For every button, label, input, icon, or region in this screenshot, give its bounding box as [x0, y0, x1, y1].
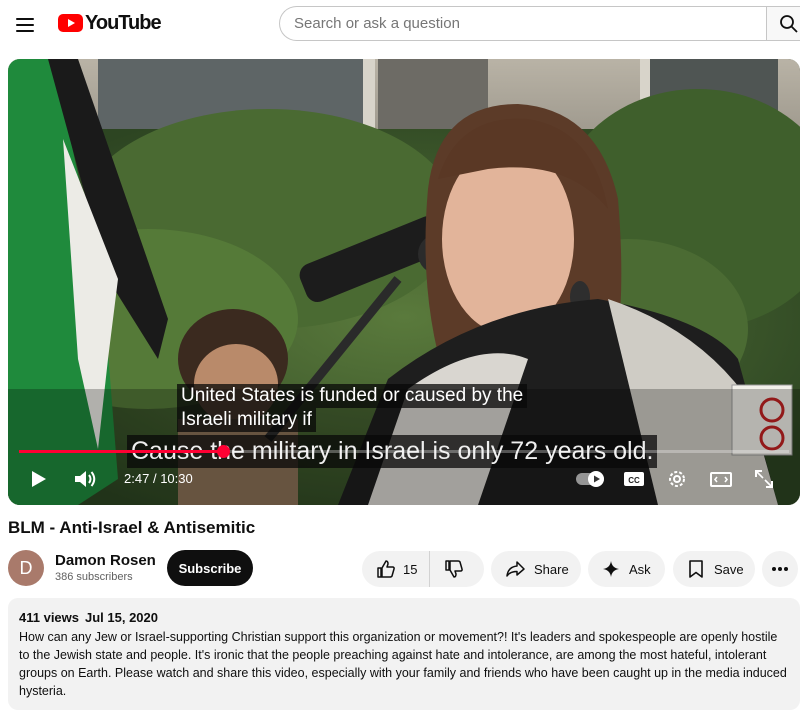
- avatar-initial: D: [19, 557, 33, 578]
- like-count: 15: [403, 561, 418, 577]
- theater-mode-icon: [710, 472, 732, 487]
- more-actions-button[interactable]: [762, 551, 798, 587]
- duration: 10:30: [160, 471, 193, 486]
- top-bar: YouTube: [0, 0, 800, 52]
- youtube-play-logo-icon: [58, 14, 83, 32]
- settings-button[interactable]: [665, 467, 689, 491]
- bookmark-icon: [689, 560, 703, 578]
- like-button[interactable]: 15: [362, 551, 431, 587]
- autoplay-toggle[interactable]: [575, 469, 605, 489]
- search-button[interactable]: [766, 6, 800, 41]
- save-label: Save: [714, 561, 744, 577]
- play-icon: [32, 471, 46, 487]
- progress-scrubber[interactable]: [217, 445, 231, 458]
- dislike-button[interactable]: [430, 551, 464, 587]
- video-meta: 411 views Jul 15, 2020: [19, 610, 790, 626]
- fullscreen-icon: [755, 470, 773, 488]
- logo-text: YouTube: [85, 11, 162, 34]
- svg-text:CC: CC: [628, 476, 640, 485]
- ask-label: Ask: [629, 561, 651, 577]
- subscriber-count: 386 subscribers: [55, 571, 133, 583]
- description-text: How can any Jew or Israel-supporting Chr…: [19, 630, 787, 698]
- search-icon: [780, 15, 798, 33]
- save-button[interactable]: Save: [673, 551, 755, 587]
- like-dislike-group: 15: [362, 551, 484, 587]
- current-time: 2:47: [124, 471, 150, 486]
- search-input[interactable]: [279, 6, 766, 41]
- settings-icon: [669, 471, 685, 487]
- volume-icon: [75, 471, 96, 487]
- caption-line-1: United States is funded or caused by the: [177, 384, 528, 408]
- upload-date: Jul 15, 2020: [85, 610, 158, 625]
- share-icon: [506, 561, 525, 577]
- thumbs-up-icon: [377, 560, 395, 578]
- video-player[interactable]: United States is funded or caused by the…: [8, 59, 800, 505]
- thumbs-down-icon: [445, 560, 464, 578]
- channel-avatar[interactable]: D: [8, 550, 44, 586]
- description-box[interactable]: 411 views Jul 15, 2020 How can any Jew or…: [8, 598, 800, 710]
- ask-button[interactable]: Ask: [588, 551, 665, 587]
- subtitles-button[interactable]: CC: [622, 469, 646, 489]
- sparkle-icon: [603, 561, 619, 577]
- menu-icon[interactable]: [14, 13, 38, 37]
- youtube-logo[interactable]: YouTube: [58, 11, 162, 35]
- video-title: BLM - Anti-Israel & Antisemitic: [8, 518, 256, 537]
- share-label: Share: [534, 561, 569, 577]
- view-count: 411 views: [19, 610, 79, 625]
- play-button[interactable]: [26, 467, 50, 491]
- fullscreen-button[interactable]: [752, 467, 776, 491]
- progress-bar[interactable]: [19, 445, 789, 458]
- more-horizontal-icon: [772, 567, 788, 571]
- volume-button[interactable]: [72, 467, 98, 491]
- theater-mode-button[interactable]: [708, 467, 734, 491]
- caption-line-2: Israeli military if: [177, 408, 316, 432]
- progress-played: [19, 450, 224, 453]
- time-display: 2:47 / 10:30: [124, 471, 193, 486]
- time-separator: /: [152, 471, 157, 486]
- share-button[interactable]: Share: [491, 551, 581, 587]
- autoplay-toggle-icon: [576, 471, 604, 487]
- cc-icon: CC: [624, 472, 644, 486]
- channel-name[interactable]: Damon Rosen: [55, 552, 156, 569]
- subscribe-button[interactable]: Subscribe: [167, 550, 253, 586]
